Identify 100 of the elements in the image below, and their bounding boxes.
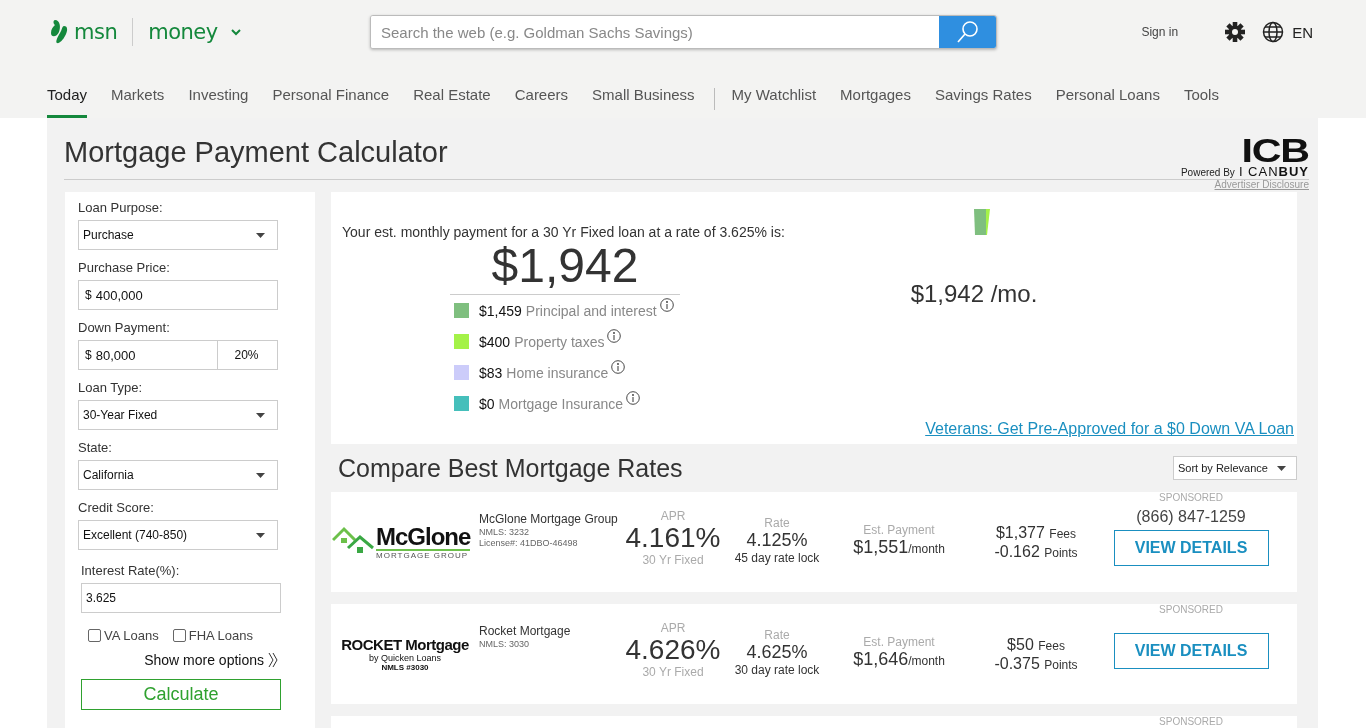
search-field[interactable]: Search the web (e.g. Goldman Sachs Savings): [370, 15, 997, 49]
payment-summary: Your est. monthly payment for a 30 Yr Fixed loan at a rate of 3.625% is:: [342, 224, 786, 240]
caret-icon: [256, 532, 265, 538]
lender-logo: ROCKET Mortgage by Quicken Loans NMLS #3030: [340, 635, 470, 674]
nav-tab[interactable]: Small Business: [592, 64, 695, 118]
payment-label: Est. Payment: [863, 635, 935, 649]
checkbox-label: VA Loans: [104, 628, 159, 643]
apr-value: 4.626%: [625, 635, 721, 665]
rate-value: 4.125%: [746, 530, 808, 551]
info-icon: [607, 329, 622, 343]
info-icon: [659, 298, 674, 312]
sign-in-link[interactable]: Sign in: [1141, 25, 1179, 39]
input-field[interactable]: $ 80,000: [78, 340, 218, 370]
breakdown-label: Principal and interest: [525, 302, 657, 319]
caret-icon: [256, 232, 265, 238]
nav-tab[interactable]: Real Estate: [413, 64, 491, 118]
powered-by-label: Powered By: [1180, 167, 1235, 178]
lender-detail: NMLS: 3232: [479, 527, 531, 537]
sponsor-name: I CANBUY: [1238, 164, 1309, 179]
breakdown-label: Home insurance: [506, 364, 609, 381]
caret-icon: [256, 412, 265, 418]
rate-label: Rate: [764, 516, 790, 530]
search-icon: [955, 20, 980, 44]
field-label: Credit Score:: [78, 500, 155, 515]
nav-tab[interactable]: Personal Finance: [272, 64, 390, 118]
sort-dropdown[interactable]: Sort by Relevance: [1173, 456, 1297, 480]
loan-term: 30 Yr Fixed: [642, 665, 704, 679]
rate-lock: 30 day rate lock: [734, 663, 820, 677]
apr-label: APR: [660, 621, 686, 635]
field-label: Loan Purpose:: [78, 200, 164, 215]
checkbox[interactable]: [88, 629, 101, 642]
sponsored-label: SPONSORED: [1159, 716, 1223, 727]
payment-value: $1,551/month: [853, 537, 945, 558]
nav-tab[interactable]: My Watchlist: [731, 64, 817, 118]
dropdown[interactable]: 30-Year Fixed: [78, 400, 278, 430]
section-title: Compare Best Mortgage Rates: [338, 453, 683, 483]
checkbox-label: FHA Loans: [188, 628, 254, 643]
amount: $0: [479, 395, 495, 412]
nav-tab[interactable]: Markets: [111, 64, 165, 118]
search-button[interactable]: [939, 16, 996, 48]
info-icon: [626, 391, 641, 405]
chart-total: $1,942 /mo.: [910, 280, 1038, 308]
nav-tab[interactable]: Mortgages: [840, 64, 911, 118]
nav-tab[interactable]: Savings Rates: [934, 64, 1032, 118]
info-icon: [611, 360, 626, 374]
fees-value: $50 Fees: [1007, 636, 1065, 655]
loan-term: 30 Yr Fixed: [642, 553, 704, 567]
section-name[interactable]: money: [148, 20, 218, 44]
lender-detail: NMLS: 3030: [479, 639, 531, 649]
chevron-down-icon: [229, 28, 242, 36]
amount: $83: [479, 364, 503, 381]
va-loan-link[interactable]: Veterans: Get Pre-Approved for a $0 Down VA Loan: [925, 420, 1294, 438]
chart-slice-icon: [974, 209, 990, 236]
brand-name: msn: [74, 20, 118, 44]
dropdown[interactable]: Purchase: [78, 220, 278, 250]
nav-tab[interactable]: Investing: [188, 64, 249, 118]
payment-value: $1,646/month: [853, 649, 945, 670]
points-value: -0.162 Points: [994, 543, 1078, 562]
sponsored-label: SPONSORED: [1159, 492, 1223, 503]
fees-value: $1,377 Fees: [995, 524, 1077, 543]
dropdown[interactable]: California: [78, 460, 278, 490]
double-chevron-icon: [268, 652, 278, 668]
nav-tab[interactable]: Tools: [1183, 64, 1219, 118]
checkbox[interactable]: [172, 629, 186, 642]
view-details-button[interactable]: VIEW DETAILS: [1113, 633, 1269, 669]
field-label: Loan Type:: [78, 380, 144, 395]
amount: $1,459: [479, 302, 522, 319]
language-button[interactable]: EN: [1262, 21, 1313, 43]
caret-icon: [256, 472, 265, 478]
butterfly-icon: [48, 18, 70, 46]
input-field[interactable]: 3.625: [81, 583, 281, 613]
lender-logo: McGlone MORTGAGE GROUP: [332, 517, 478, 567]
page-title: Mortgage Payment Calculator: [64, 136, 448, 169]
lender-name: McGlone Mortgage Group: [479, 512, 619, 526]
settings-icon[interactable]: [1224, 21, 1247, 43]
field-label: Purchase Price:: [78, 260, 171, 275]
view-details-button[interactable]: VIEW DETAILS: [1113, 530, 1269, 566]
rate-value: 4.625%: [746, 642, 808, 663]
amount: $400: [479, 333, 511, 350]
nav-tab[interactable]: Personal Loans: [1055, 64, 1160, 118]
lender-detail: License#: 41DBO-46498: [479, 538, 579, 548]
phone-number: (866) 847-1259: [1136, 508, 1246, 526]
monthly-total: $1,942: [450, 240, 680, 295]
apr-value: 4.161%: [625, 523, 721, 553]
dropdown[interactable]: Excellent (740-850): [78, 520, 278, 550]
field-label: Interest Rate(%):: [81, 563, 181, 578]
payment-label: Est. Payment: [863, 523, 935, 537]
rate-label: Rate: [764, 628, 790, 642]
field-label: State:: [78, 440, 113, 455]
show-more-link[interactable]: Show more options: [78, 652, 278, 668]
rate-lock: 45 day rate lock: [734, 551, 820, 565]
breakdown-label: Property taxes: [514, 333, 605, 350]
nav-tab[interactable]: Careers: [514, 64, 569, 118]
points-value: -0.375 Points: [994, 655, 1078, 674]
input-field[interactable]: $ 400,000: [78, 280, 278, 310]
sponsor-logo: ICB: [1241, 137, 1309, 164]
apr-label: APR: [660, 509, 686, 523]
breakdown-label: Mortgage Insurance: [498, 395, 624, 412]
percent-field[interactable]: 20%: [218, 340, 278, 370]
sponsored-label: SPONSORED: [1159, 604, 1223, 615]
